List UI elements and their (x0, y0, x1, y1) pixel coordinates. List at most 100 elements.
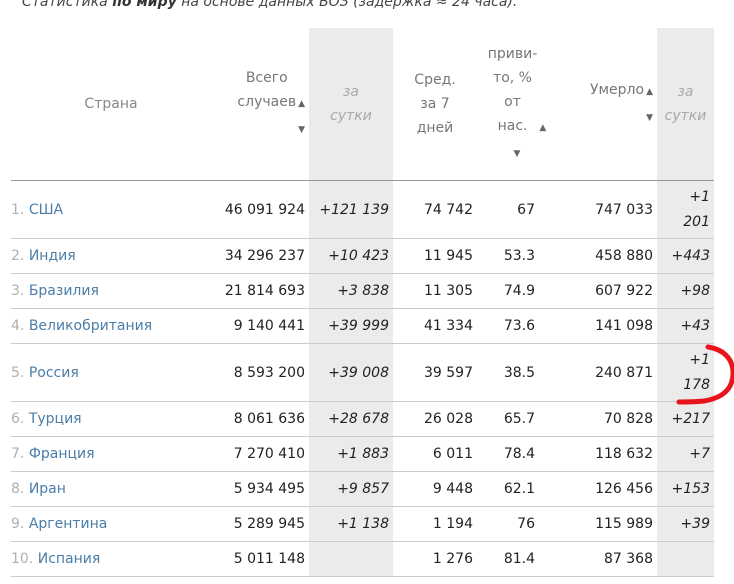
vaccinated-cell: 65.7 (477, 401, 557, 437)
daily-deaths-value: +1 201 (683, 188, 710, 230)
table-row: 1. США 46 091 924 +121 139 74 742 67 747 033 +… (11, 180, 714, 239)
daily-deaths-cell: +153 (657, 471, 714, 507)
avg-7-days-cell: 26 028 (393, 401, 477, 437)
table-body: 1. США 46 091 924 +121 139 74 742 67 747 033 +… (11, 180, 714, 577)
avg-7-days-cell: 1 276 (393, 541, 477, 577)
daily-deaths-value: +98 (680, 282, 710, 299)
header-daily-cases[interactable]: за сутки (309, 28, 393, 181)
deaths-cell: 126 456 (557, 471, 657, 507)
vaccinated-cell: 62.1 (477, 471, 557, 507)
country-link[interactable]: Испания (38, 551, 101, 567)
country-link[interactable]: Франция (29, 446, 95, 462)
total-cases-cell: 5 934 495 (211, 471, 309, 507)
total-cases-cell: 34 296 237 (211, 238, 309, 274)
header-avg-7-days[interactable]: Сред. за 7 дней (393, 28, 477, 181)
header-country[interactable]: Страна (11, 28, 211, 181)
daily-deaths-cell: +39 (657, 506, 714, 542)
daily-cases-cell (309, 541, 393, 577)
country-link[interactable]: США (29, 202, 63, 218)
covid-stats-table: Страна Всего случаев ▲ ▼ за сутки Сред. з… (11, 28, 714, 577)
deaths-cell: 240 871 (557, 343, 657, 402)
daily-deaths-cell (657, 541, 714, 577)
country-link[interactable]: Россия (29, 365, 79, 381)
table-row: 9. Аргентина 5 289 945 +1 138 1 194 76 115 98… (11, 506, 714, 542)
country-cell: 1. США (11, 180, 211, 239)
sort-arrows-icon: ▲ ▼ (646, 87, 653, 123)
country-cell: 2. Индия (11, 238, 211, 274)
total-cases-cell: 9 140 441 (211, 308, 309, 344)
avg-7-days-cell: 39 597 (393, 343, 477, 402)
vaccinated-cell: 78.4 (477, 436, 557, 472)
country-cell: 9. Аргентина (11, 506, 211, 542)
row-index: 1. (11, 201, 25, 218)
sort-arrows-icon: ▲ ▼ (298, 99, 305, 135)
country-cell: 10. Испания (11, 541, 211, 577)
country-link[interactable]: Бразилия (29, 283, 99, 299)
country-link[interactable]: Индия (29, 248, 76, 264)
avg-7-days-cell: 9 448 (393, 471, 477, 507)
vaccinated-cell: 73.6 (477, 308, 557, 344)
country-cell: 5. Россия (11, 343, 211, 402)
header-total-cases[interactable]: Всего случаев ▲ ▼ (211, 28, 309, 181)
deaths-cell: 458 880 (557, 238, 657, 274)
deaths-cell: 141 098 (557, 308, 657, 344)
caption-bold: по миру (112, 0, 177, 10)
daily-deaths-cell: +43 (657, 308, 714, 344)
avg-7-days-cell: 1 194 (393, 506, 477, 542)
country-cell: 7. Франция (11, 436, 211, 472)
vaccinated-cell: 76 (477, 506, 557, 542)
daily-cases-cell: +39 999 (309, 308, 393, 344)
header-deaths[interactable]: Умерло ▲ ▼ (557, 28, 657, 181)
daily-cases-cell: +3 838 (309, 273, 393, 309)
daily-deaths-value: +217 (671, 410, 710, 427)
row-index: 2. (11, 248, 25, 264)
total-cases-cell: 5 289 945 (211, 506, 309, 542)
daily-deaths-cell: +7 (657, 436, 714, 472)
vaccinated-cell: 53.3 (477, 238, 557, 274)
row-index: 10. (11, 551, 34, 567)
daily-deaths-value: +43 (680, 317, 710, 334)
daily-cases-cell: +28 678 (309, 401, 393, 437)
avg-7-days-cell: 11 945 (393, 238, 477, 274)
daily-cases-cell: +1 138 (309, 506, 393, 542)
daily-deaths-cell: +98 (657, 273, 714, 309)
table-row: 2. Индия 34 296 237 +10 423 11 945 53.3 458 8… (11, 238, 714, 274)
table-row: 10. Испания 5 011 148 1 276 81.4 87 368 (11, 541, 714, 577)
table-row: 6. Турция 8 061 636 +28 678 26 028 65.7 70 82… (11, 401, 714, 437)
table-row: 5. Россия 8 593 200 +39 008 39 597 38.5 240 8… (11, 343, 714, 402)
header-daily-deaths[interactable]: за сутки (657, 28, 714, 181)
country-cell: 4. Великобритания (11, 308, 211, 344)
total-cases-cell: 7 270 410 (211, 436, 309, 472)
row-index: 5. (11, 364, 25, 381)
row-index: 3. (11, 283, 25, 299)
deaths-cell: 607 922 (557, 273, 657, 309)
daily-cases-cell: +39 008 (309, 343, 393, 402)
table-row: 3. Бразилия 21 814 693 +3 838 11 305 74.9 607… (11, 273, 714, 309)
row-index: 7. (11, 446, 25, 462)
daily-deaths-cell: +1 201 (657, 180, 714, 239)
caption-text: Статистика (22, 0, 113, 10)
avg-7-days-cell: 11 305 (393, 273, 477, 309)
total-cases-cell: 5 011 148 (211, 541, 309, 577)
row-index: 4. (11, 318, 25, 334)
country-cell: 6. Турция (11, 401, 211, 437)
total-cases-cell: 21 814 693 (211, 273, 309, 309)
daily-deaths-value: +1 178 (683, 351, 710, 393)
country-link[interactable]: Великобритания (29, 318, 152, 334)
row-index: 6. (11, 411, 25, 427)
country-link[interactable]: Турция (29, 411, 82, 427)
total-cases-cell: 46 091 924 (211, 180, 309, 239)
row-index: 9. (11, 516, 25, 532)
daily-deaths-cell: +443 (657, 238, 714, 274)
country-link[interactable]: Аргентина (29, 516, 108, 532)
vaccinated-cell: 81.4 (477, 541, 557, 577)
country-link[interactable]: Иран (29, 481, 66, 497)
table-row: 4. Великобритания 9 140 441 +39 999 41 334 7… (11, 308, 714, 344)
header-vaccinated[interactable]: приви- то, % от нас. ▲ ▼ (477, 28, 557, 181)
daily-deaths-value: +39 (680, 515, 710, 532)
country-cell: 3. Бразилия (11, 273, 211, 309)
row-index: 8. (11, 481, 25, 497)
daily-cases-cell: +9 857 (309, 471, 393, 507)
daily-deaths-value: +7 (689, 445, 710, 462)
daily-cases-cell: +10 423 (309, 238, 393, 274)
